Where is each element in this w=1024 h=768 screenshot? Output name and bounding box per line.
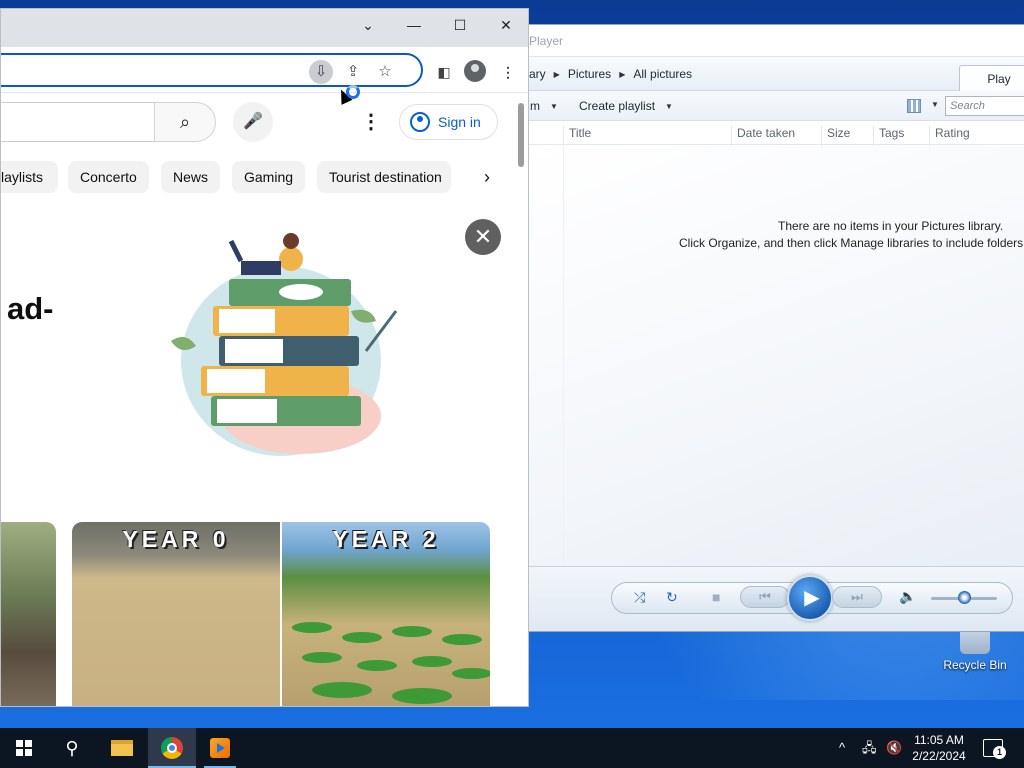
- file-explorer-button[interactable]: [98, 728, 146, 768]
- media-player-toolbar: m ▼ Create playlist ▼ ▼ Search: [529, 91, 1024, 121]
- tab-search-chevron-icon[interactable]: ⌄: [355, 15, 381, 35]
- chrome-toolbar: ⇩ ⇪ ☆ ◧ ⋮: [1, 47, 528, 93]
- clock-time: 11:05 AM: [914, 733, 964, 747]
- column-date-taken[interactable]: Date taken: [731, 126, 821, 146]
- volume-slider-handle[interactable]: [957, 591, 971, 604]
- close-ad-button[interactable]: ✕: [465, 219, 501, 255]
- media-player-titlebar: Player: [529, 25, 1024, 57]
- thumbnail-label-year0: YEAR 0: [122, 526, 230, 552]
- folder-icon: [111, 740, 133, 756]
- breadcrumb-all-pictures[interactable]: All pictures: [633, 67, 692, 81]
- view-options-chevron-icon[interactable]: ▼: [931, 100, 939, 109]
- video-thumbnail[interactable]: YEAR 0 YEAR 2: [72, 522, 490, 706]
- empty-message-line1: There are no items in your Pictures libr…: [778, 219, 1004, 233]
- chrome-icon: [161, 737, 183, 759]
- search-icon[interactable]: ⚲: [48, 728, 96, 768]
- create-playlist-label: Create playlist: [579, 99, 656, 113]
- chrome-menu-icon[interactable]: ⋮: [497, 61, 519, 83]
- chevron-down-icon: ▼: [550, 101, 558, 111]
- maximize-button[interactable]: ☐: [447, 15, 473, 35]
- breadcrumb-pictures[interactable]: Pictures: [568, 67, 611, 81]
- next-button[interactable]: ⏭: [832, 586, 882, 608]
- share-icon[interactable]: ⇪: [341, 60, 365, 84]
- column-tags[interactable]: Tags: [873, 126, 929, 146]
- busy-indicator-icon: [346, 85, 360, 99]
- ad-headline: ad-: [7, 291, 54, 326]
- thumbnail-label-year2: YEAR 2: [332, 526, 440, 552]
- column-size[interactable]: Size: [821, 126, 873, 146]
- profile-avatar[interactable]: [464, 60, 486, 82]
- microphone-icon[interactable]: 🎤: [233, 102, 273, 142]
- create-playlist-menu[interactable]: Create playlist ▼: [579, 99, 673, 113]
- shuffle-icon[interactable]: ⤮: [634, 589, 645, 606]
- empty-library-message: There are no items in your Pictures libr…: [679, 218, 1024, 252]
- repeat-icon[interactable]: ↻: [666, 589, 678, 606]
- stop-icon[interactable]: ■: [712, 589, 720, 605]
- volume-muted-icon[interactable]: 🔇: [886, 728, 902, 768]
- address-bar[interactable]: ⇩ ⇪ ☆: [1, 53, 423, 87]
- chip-tourist-destination[interactable]: Tourist destination: [317, 161, 451, 193]
- breadcrumb: ary ▶ Pictures ▶ All pictures: [529, 67, 692, 81]
- playback-controls: ⤮ ↻ ■ ⏮ ▶ ⏭ 🔈: [529, 566, 1024, 631]
- chip-news[interactable]: News: [161, 161, 221, 193]
- organize-label: m: [530, 99, 540, 113]
- library-content: There are no items in your Pictures libr…: [529, 146, 1024, 566]
- breadcrumb-library[interactable]: ary: [529, 67, 546, 81]
- chip-playlists[interactable]: laylists: [1, 161, 58, 193]
- search-icon[interactable]: ⌕: [154, 102, 216, 142]
- show-hidden-icons-chevron-icon[interactable]: ^: [839, 728, 845, 768]
- chip-concerto[interactable]: Concerto: [68, 161, 149, 193]
- account-icon: [410, 112, 430, 132]
- volume-speaker-icon[interactable]: 🔈: [899, 588, 916, 605]
- column-header-row: Title Date taken Size Tags Rating: [529, 121, 1024, 146]
- youtube-header: ⌕ 🎤 ⋮ Sign in: [1, 93, 528, 147]
- sign-in-button[interactable]: Sign in: [399, 104, 498, 140]
- close-button[interactable]: ✕: [493, 15, 519, 35]
- previous-button[interactable]: ⏮: [740, 586, 790, 608]
- system-clock[interactable]: 11:05 AM 2/22/2024: [906, 732, 972, 764]
- breadcrumb-separator-icon[interactable]: ▶: [619, 70, 625, 79]
- play-button[interactable]: ▶: [787, 575, 833, 621]
- taskbar: ⚲ ^ 🖧 🔇 11:05 AM 2/22/2024 1: [0, 728, 1024, 768]
- category-chips: laylists Concerto News Gaming Tourist de…: [1, 161, 528, 193]
- tab-play[interactable]: Play: [959, 65, 1024, 91]
- column-title[interactable]: Title: [563, 126, 731, 146]
- windows-logo-icon: [16, 740, 32, 756]
- media-player-taskbar-button[interactable]: [196, 728, 244, 768]
- organize-menu[interactable]: m ▼: [530, 99, 558, 113]
- notification-count-badge: 1: [993, 746, 1006, 759]
- start-button[interactable]: [0, 728, 48, 768]
- media-player-nav: ary ▶ Pictures ▶ All pictures Play: [529, 57, 1024, 91]
- media-player-icon: [210, 738, 230, 758]
- more-options-icon[interactable]: ⋮: [361, 107, 381, 137]
- recycle-bin-label: Recycle Bin: [943, 658, 1007, 672]
- chevron-down-icon: ▼: [665, 101, 673, 111]
- thumbnail-after-image: YEAR 2: [282, 522, 490, 706]
- chevron-right-icon[interactable]: ›: [475, 161, 499, 193]
- minimize-button[interactable]: —: [401, 15, 427, 35]
- media-player-title: Player: [529, 34, 564, 48]
- media-search-input[interactable]: Search: [945, 96, 1024, 116]
- chrome-window: ⌄ — ☐ ✕ ⇩ ⇪ ☆ ◧ ⋮ ⌕ 🎤 ⋮ Sign in laylists…: [0, 8, 529, 707]
- media-player-window: Player ary ▶ Pictures ▶ All pictures Pla…: [528, 24, 1024, 632]
- video-thumbnail[interactable]: [1, 522, 56, 706]
- chip-gaming[interactable]: Gaming: [232, 161, 306, 193]
- clock-date: 2/22/2024: [912, 749, 966, 763]
- column-rating[interactable]: Rating: [929, 126, 997, 146]
- install-icon[interactable]: ⇩: [309, 60, 333, 84]
- page-scrollbar[interactable]: [518, 103, 524, 167]
- breadcrumb-separator-icon[interactable]: ▶: [554, 70, 560, 79]
- chrome-tabstrip: ⌄ — ☐ ✕: [1, 9, 528, 47]
- books-illustration: [171, 233, 398, 456]
- thumbnail-before-image: YEAR 0: [72, 522, 280, 706]
- bookmark-star-icon[interactable]: ☆: [373, 60, 397, 84]
- view-options-icon[interactable]: [907, 99, 921, 113]
- youtube-search-input[interactable]: [1, 102, 155, 142]
- sign-in-label: Sign in: [438, 114, 481, 130]
- network-icon[interactable]: 🖧: [862, 728, 877, 768]
- chrome-taskbar-button[interactable]: [148, 728, 196, 768]
- side-panel-icon[interactable]: ◧: [433, 61, 455, 83]
- empty-message-line2: Click Organize, and then click Manage li…: [679, 236, 1024, 250]
